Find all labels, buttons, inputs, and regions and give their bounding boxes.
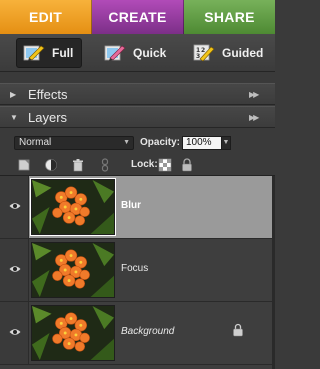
layers-panel-title: Layers: [28, 109, 68, 125]
new-layer-icon[interactable]: [17, 158, 31, 172]
quick-edit-icon: [104, 45, 126, 61]
tab-share[interactable]: SHARE: [184, 0, 275, 34]
layer-tools-row: Lock:: [0, 154, 275, 176]
blend-mode-value: Normal: [19, 137, 52, 148]
expand-triangle-icon: ▶: [10, 89, 17, 99]
quick-edit-label: Quick: [133, 46, 167, 60]
svg-text:2: 2: [201, 47, 205, 54]
link-layers-icon[interactable]: [98, 158, 112, 172]
guided-edit-button[interactable]: 1 2 3 Guided: [187, 38, 269, 68]
visibility-column: [0, 176, 29, 238]
layer-thumbnail-flower: [31, 242, 115, 298]
eye-icon[interactable]: [9, 328, 21, 336]
layers-panel-header[interactable]: ▼ Layers ▶▶: [0, 106, 275, 128]
visibility-column: [0, 239, 29, 301]
opacity-label: Opacity:: [140, 137, 181, 148]
guided-edit-icon: 1 2 3: [193, 44, 215, 62]
layers-scrollbar[interactable]: [272, 176, 275, 369]
lock-all-icon[interactable]: [180, 158, 194, 172]
tab-create[interactable]: CREATE: [92, 0, 184, 34]
adjustment-layer-icon[interactable]: [44, 158, 58, 172]
full-edit-label: Full: [52, 46, 74, 60]
lock-icon: [233, 323, 243, 337]
workspace-tabs: EDIT CREATE SHARE: [0, 0, 275, 34]
edit-mode-bar: Full Quick 1 2 3 Guided: [0, 34, 275, 72]
full-edit-button[interactable]: Full: [16, 38, 82, 68]
opacity-input[interactable]: 100%: [182, 136, 222, 150]
panel-menu-icon[interactable]: ▶▶: [249, 90, 269, 99]
blend-opacity-row: Normal ▼ Opacity: 100% ▼: [0, 130, 275, 154]
trash-icon[interactable]: [71, 158, 85, 172]
layer-row-background[interactable]: Background: [0, 302, 275, 365]
layer-name: Blur: [121, 200, 141, 211]
layer-row-blur[interactable]: Blur: [0, 176, 275, 239]
effects-panel-title: Effects: [28, 86, 68, 102]
panel-menu-icon[interactable]: ▶▶: [249, 113, 269, 122]
layer-name: Background: [121, 326, 175, 337]
guided-edit-label: Guided: [222, 46, 264, 60]
collapse-triangle-icon: ▼: [10, 112, 18, 122]
quick-edit-button[interactable]: Quick: [98, 38, 172, 68]
lock-label: Lock:: [131, 159, 158, 170]
visibility-column: [0, 302, 29, 364]
eye-icon[interactable]: [9, 265, 21, 273]
layer-thumbnail-flower: [31, 305, 115, 361]
dropdown-arrow-icon: ▼: [123, 139, 130, 146]
layer-thumbnail-flower: [30, 178, 116, 236]
full-edit-icon: [23, 45, 45, 61]
lock-transparent-pixels-icon[interactable]: [158, 158, 172, 172]
svg-text:3: 3: [196, 53, 200, 60]
opacity-dropdown-icon[interactable]: ▼: [221, 136, 231, 150]
tab-edit[interactable]: EDIT: [0, 0, 92, 34]
effects-panel-header[interactable]: ▶ Effects ▶▶: [0, 83, 275, 105]
layer-row-focus[interactable]: Focus: [0, 239, 275, 302]
layers-list: Blur Focus Background: [0, 176, 275, 369]
blend-mode-select[interactable]: Normal ▼: [14, 136, 134, 150]
eye-icon[interactable]: [9, 202, 21, 210]
layer-name: Focus: [121, 263, 149, 274]
